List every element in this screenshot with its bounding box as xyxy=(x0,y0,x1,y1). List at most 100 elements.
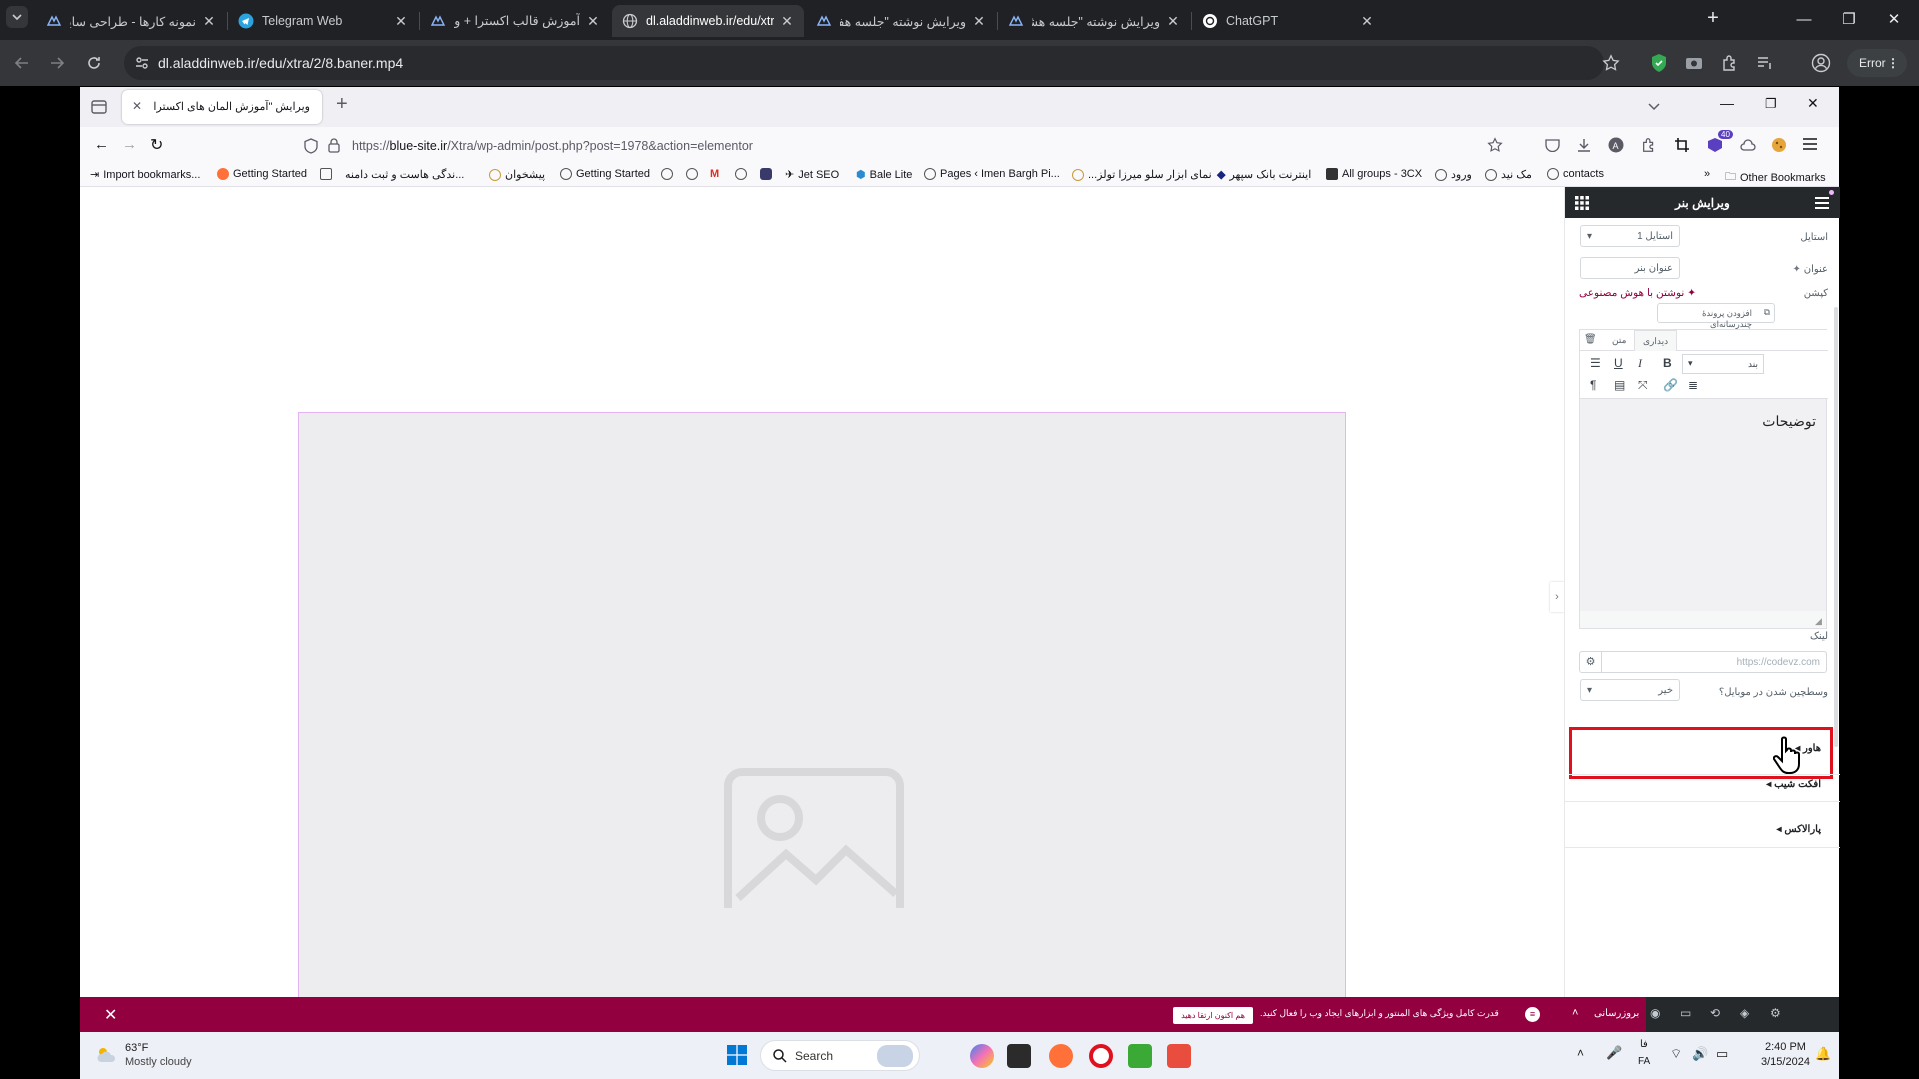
minimize-button[interactable]: — xyxy=(1792,8,1816,32)
site-info-icon[interactable] xyxy=(134,55,150,71)
chrome-tab[interactable]: ویرایش نوشته "جلسه هشتم-بنر" ✕ xyxy=(998,5,1190,37)
bookmark-item[interactable]: contacts xyxy=(1547,168,1604,180)
resize-handle-icon[interactable]: ◢ xyxy=(1815,616,1822,627)
add-media-button[interactable]: ⧉ افزودن پروندهٔ چندرسانه‌ای xyxy=(1657,303,1775,329)
address-bar[interactable]: dl.aladdinweb.ir/edu/xtra/2/8.baner.mp4 xyxy=(124,46,1620,80)
new-tab-button[interactable]: + xyxy=(1701,6,1725,30)
close-icon[interactable]: ✕ xyxy=(132,99,142,113)
close-icon[interactable]: ✕ xyxy=(394,14,408,28)
navigator-icon[interactable]: ◈ xyxy=(1740,1006,1749,1020)
restore-button[interactable]: ❐ xyxy=(1837,8,1861,32)
close-icon[interactable]: ✕ xyxy=(780,14,794,28)
style-select[interactable]: استایل 1 ▾ xyxy=(1580,225,1680,247)
profile-icon[interactable] xyxy=(1811,53,1831,73)
close-icon[interactable]: ✕ xyxy=(202,14,216,28)
bookmark-item[interactable] xyxy=(320,168,332,180)
underline-icon[interactable]: U xyxy=(1614,356,1623,370)
numbered-list-icon[interactable]: ≣ xyxy=(1688,378,1698,392)
section-parallax[interactable]: پارالاکس ◂ xyxy=(1725,824,1821,835)
shield-icon[interactable] xyxy=(1650,53,1668,73)
reload-button[interactable] xyxy=(82,51,106,75)
close-icon[interactable]: ✕ xyxy=(1166,14,1180,28)
firefox-taskbar-icon[interactable] xyxy=(1049,1044,1073,1068)
trash-icon[interactable]: 🗑 xyxy=(1584,334,1597,345)
bookmark-item[interactable]: پیشخوان xyxy=(489,168,545,181)
minimize-button[interactable]: — xyxy=(1720,95,1734,111)
cookie-icon[interactable] xyxy=(1771,137,1787,153)
ai-write-link[interactable]: ✦ نوشتن با هوش مصنوعی xyxy=(1579,287,1696,299)
italic-icon[interactable]: I xyxy=(1638,356,1642,371)
bookmark-item[interactable]: مک نید xyxy=(1485,168,1532,181)
bookmark-item[interactable] xyxy=(735,168,747,180)
bookmark-item[interactable]: ...ندگی هاست و ثبت دامنه xyxy=(345,168,464,181)
chevron-down-icon[interactable] xyxy=(1648,102,1660,112)
fullscreen-icon[interactable]: ⤧ xyxy=(1638,378,1648,393)
language-secondary[interactable]: FA xyxy=(1638,1056,1650,1067)
tab-visual[interactable]: دیداری xyxy=(1634,330,1678,351)
elementor-canvas[interactable]: › xyxy=(80,187,1564,997)
star-icon[interactable] xyxy=(1602,54,1620,72)
history-icon[interactable]: ⟲ xyxy=(1710,1006,1720,1020)
opera-taskbar-icon[interactable] xyxy=(1089,1044,1113,1068)
bullet-list-icon[interactable]: ☰ xyxy=(1590,356,1601,370)
upgrade-button[interactable]: هم اکنون ارتقا دهید xyxy=(1173,1007,1253,1024)
microphone-icon[interactable]: 🎤 xyxy=(1606,1045,1622,1061)
chrome-tab-active[interactable]: dl.aladdinweb.ir/edu/xtra/2/8.b ✕ xyxy=(612,5,804,37)
close-icon[interactable]: ✕ xyxy=(1360,14,1374,28)
error-button[interactable]: Error ⋮ xyxy=(1847,49,1907,77)
forward-button[interactable] xyxy=(45,51,69,75)
lock-icon[interactable] xyxy=(328,138,340,153)
volume-icon[interactable]: 🔊 xyxy=(1692,1046,1708,1062)
link-icon[interactable]: 🔗 xyxy=(1663,378,1678,392)
camera-icon[interactable] xyxy=(1685,54,1703,72)
other-bookmarks[interactable]: 🗀 Other Bookmarks xyxy=(1725,168,1826,187)
forward-button[interactable]: → xyxy=(122,136,137,153)
window-close-button[interactable]: ✕ xyxy=(1807,95,1819,112)
link-input[interactable]: ⚙ https://codevz.com xyxy=(1579,651,1827,673)
cloud-icon[interactable] xyxy=(1740,138,1756,152)
pocket-icon[interactable] xyxy=(1545,138,1560,152)
bookmark-item[interactable]: Getting Started xyxy=(560,168,650,180)
bookmark-item[interactable]: ⬢ Bale Lite xyxy=(856,168,912,182)
bookmark-item[interactable]: ◆ اینترنت بانک سپهر xyxy=(1217,168,1311,181)
copilot-icon[interactable] xyxy=(970,1044,994,1068)
close-icon[interactable]: ✕ xyxy=(586,14,600,28)
bookmark-item[interactable]: ...نمای ابزار سلو میرزا تولز xyxy=(1072,168,1212,181)
mobile-center-select[interactable]: خیر ▾ xyxy=(1580,679,1680,701)
bookmark-item[interactable]: All groups - 3CX xyxy=(1326,168,1422,180)
notification-bell-icon[interactable]: 🔔 xyxy=(1815,1046,1831,1062)
gear-icon[interactable]: ⚙ xyxy=(1580,652,1602,672)
bookmark-item[interactable]: ⇥ Import bookmarks... xyxy=(90,168,200,182)
settings-icon[interactable]: ⚙ xyxy=(1770,1006,1781,1020)
crop-icon[interactable] xyxy=(1674,137,1690,153)
extensions-icon[interactable] xyxy=(1641,137,1657,153)
tab-view-icon[interactable] xyxy=(91,100,107,114)
responsive-icon[interactable]: ▭ xyxy=(1680,1006,1691,1020)
window-close-button[interactable]: ✕ xyxy=(1882,8,1906,32)
chrome-tab[interactable]: آموزش قالب اکسترا + ویدیو 🏆 ✕ xyxy=(420,5,610,37)
language-primary[interactable]: فا xyxy=(1640,1039,1648,1050)
firefox-tab-active[interactable]: ✕ ویرایش "آموزش المان های اکسترا - ع xyxy=(122,90,322,124)
banner-placeholder[interactable] xyxy=(298,412,1346,997)
bookmarks-overflow-button[interactable]: » xyxy=(1704,168,1710,180)
windows-start-icon[interactable] xyxy=(727,1045,747,1065)
account-icon[interactable]: A xyxy=(1608,137,1624,153)
download-icon[interactable] xyxy=(1577,138,1591,152)
shield-icon[interactable] xyxy=(304,138,318,154)
task-view-icon[interactable] xyxy=(1007,1044,1031,1068)
format-select[interactable]: بند ▾ xyxy=(1682,354,1764,374)
media-control-icon[interactable] xyxy=(1756,54,1774,72)
reload-button[interactable]: ↻ xyxy=(150,135,163,155)
hamburger-menu-icon[interactable] xyxy=(1815,197,1829,209)
collapse-panel-button[interactable]: › xyxy=(1550,582,1564,612)
bookmark-item[interactable] xyxy=(661,168,673,180)
clock-date[interactable]: 3/15/2024 xyxy=(1761,1056,1810,1068)
tab-text[interactable]: متن xyxy=(1604,330,1634,351)
bookmark-item[interactable]: ورود xyxy=(1435,168,1472,181)
new-tab-button[interactable]: + xyxy=(336,93,348,116)
chevron-up-icon[interactable]: ˄ xyxy=(1577,1046,1584,1060)
preview-eye-icon[interactable]: ◉ xyxy=(1650,1006,1660,1020)
editor-content[interactable]: توضیحات xyxy=(1580,399,1826,611)
panel-scrollbar[interactable] xyxy=(1834,307,1838,747)
firefox-url-bar[interactable]: https://blue-site.ir/Xtra/wp-admin/post.… xyxy=(292,132,1512,159)
